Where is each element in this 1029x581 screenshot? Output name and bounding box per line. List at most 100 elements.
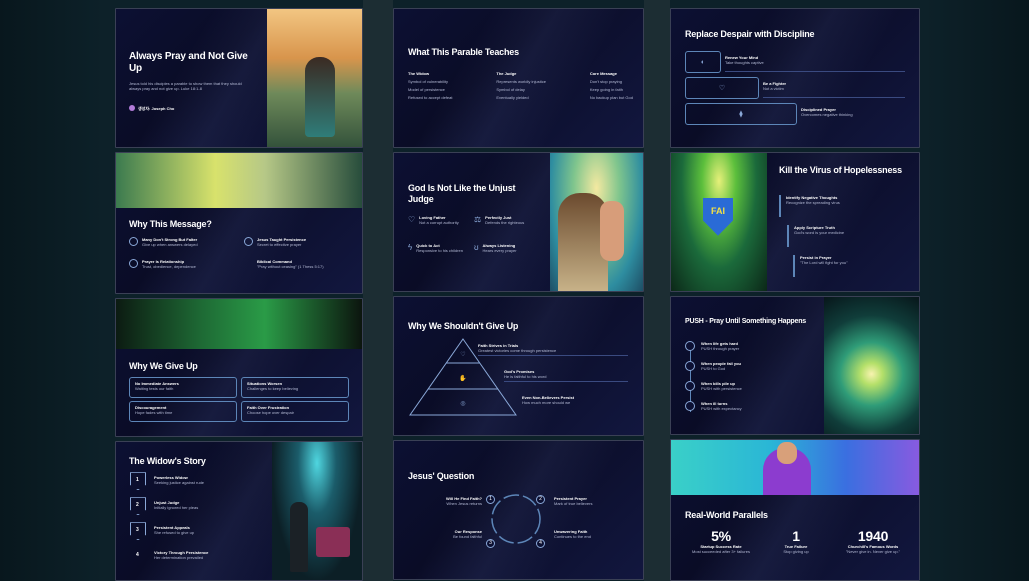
stat-sub: Stop giving up: [783, 549, 809, 555]
stat-block: 5% Startup Success Rate Most succeeded aft…: [681, 528, 761, 554]
slide-column-2: What This Parable Teaches The Widow Symbo…: [393, 8, 644, 581]
item-sub: PUSH to God: [701, 365, 726, 371]
item-sub: Secret to effective prayer: [257, 241, 302, 247]
reason-card: No Immediate Answers Waiting tests our fa…: [129, 376, 237, 398]
ear-icon: ʊ: [474, 243, 479, 252]
item-sub: Hears every prayer: [482, 248, 517, 253]
stat-block: 1940 Churchill's Famous Words "Never give …: [831, 528, 915, 554]
item-sub: Be found faithful: [453, 534, 482, 539]
slide-replace-despair[interactable]: Replace Despair with Discipline ◐ Renew …: [670, 8, 920, 148]
scales-icon: ⚖: [474, 215, 482, 224]
level-sub: Greatest victories come through persiste…: [478, 348, 557, 353]
slide-title[interactable]: Always Pray and Not Give Up Jesus told h…: [115, 8, 363, 148]
table-column: The Judge Represents worldly injustice Sym…: [496, 71, 546, 100]
timeline-dot: [685, 380, 695, 391]
smiling-woman-image: [116, 152, 362, 208]
level-sub: He is faithful to his word: [504, 374, 547, 379]
item-sub: Defends the righteous: [485, 220, 525, 225]
step-badge: 2: [536, 495, 545, 504]
item-sub: Continues to the end: [554, 534, 591, 539]
column-header: The Widow: [408, 71, 430, 76]
slide-widows-story[interactable]: The Widow's Story 1 Powerless Widow Seeki…: [115, 441, 363, 581]
item-sub: PUSH through prayer: [701, 345, 740, 351]
svg-text:✋: ✋: [459, 374, 466, 382]
svg-text:♡: ♡: [460, 351, 465, 358]
level-sub: How much more should we: [522, 400, 571, 405]
heart-icon: ♡: [408, 215, 416, 224]
step-sub: Recognize the spreading virus: [786, 199, 840, 205]
step-sub: Not a victim: [763, 86, 784, 91]
table-cell: Symbol of vulnerability: [408, 79, 449, 84]
item-sub: Mark of true believers: [554, 501, 593, 506]
reason-card: Discouragement Hope fades with time: [129, 400, 237, 422]
item-sub: "Pray without ceasing" (1 Thess 5:17): [257, 263, 324, 269]
step-badge: 3: [486, 539, 495, 548]
attribute-item: ϟ Quick to Act Responsive to his children: [408, 243, 470, 253]
widow-and-judge-image: [272, 442, 362, 581]
slide-heading: God Is Not Like the Unjust Judge: [408, 183, 516, 204]
table-cell: Represents worldly injustice: [496, 79, 546, 84]
slide-jesus-question[interactable]: Jesus' Question 1 2 3 4 Will He Find Fai…: [393, 440, 644, 580]
step-number: 1: [136, 477, 139, 484]
item-sub: Responsive to his children: [416, 248, 463, 253]
level-row: God's Promises He is faithful to his word: [504, 369, 628, 382]
table-cell: Eventually yielded: [496, 95, 529, 100]
step-badge: 4: [536, 539, 545, 548]
lightning-icon: ϟ: [408, 243, 413, 252]
slide-title-body: Jesus told his disciples a parable to sh…: [129, 81, 242, 91]
item-sub: When Jesus returns: [446, 501, 482, 506]
step-row: Renew Your Mind Take thoughts captive: [725, 55, 905, 72]
item-sub: PUSH with persistence: [701, 385, 742, 391]
avatar: [129, 105, 135, 111]
table-cell: Model of persistence: [408, 87, 445, 92]
item-head: When people fail you: [701, 360, 742, 366]
slide-title-heading: Always Pray and Not Give Up: [129, 51, 248, 74]
distressed-man-image: [116, 298, 362, 349]
table-column: Core Message Don't stop praying Keep going…: [590, 71, 633, 100]
slide-what-parable-teaches[interactable]: What This Parable Teaches The Widow Symbo…: [393, 8, 644, 148]
virus-step: Apply Scripture Truth God's word is your …: [787, 224, 845, 247]
step-sub: "The Lord will fight for you": [800, 259, 848, 265]
slide-why-not-give-up[interactable]: Why We Shouldn't Give Up ♡ ✋ ◎ Faith Str…: [393, 296, 644, 436]
virus-step: Identify Negative Thoughts Recognize the …: [779, 194, 840, 217]
step-box: ⧫: [685, 103, 797, 125]
slide-why-we-give-up[interactable]: Why We Give Up No Immediate Answers Waiti…: [115, 297, 363, 438]
slide-kill-virus[interactable]: FAI Kill the Virus of Hopelessness Ident…: [670, 151, 920, 292]
timeline-dot: [685, 400, 695, 411]
slide-heading: Why We Give Up: [129, 360, 198, 371]
step-sub: Seeking justice against rude: [154, 480, 205, 486]
card-sub: Challenges to keep believing: [247, 385, 299, 391]
slide-real-world[interactable]: Real-World Parallels 5% Startup Success R…: [670, 439, 920, 581]
step-sub: Initially ignored her pleas: [154, 505, 199, 511]
push-item: When life gets hard PUSH through prayer: [685, 340, 740, 351]
step-badge: 1: [486, 495, 495, 504]
question-item: Our Response Be found faithful: [422, 529, 482, 539]
stat-sub: Most succeeded after 3+ failures: [692, 549, 750, 555]
item: Jesus Taught Persistence Secret to effect…: [244, 236, 306, 247]
stat-value: 5%: [711, 528, 731, 545]
step-number: 3: [136, 527, 139, 534]
step-sub: Her determination prevailed: [154, 555, 204, 561]
circle-icon: [129, 258, 138, 268]
slide-why-this-message[interactable]: Why This Message? Many Don't Strong But …: [115, 151, 363, 294]
card-sub: Choose hope over despair: [247, 409, 294, 415]
step-sub: Take thoughts captive: [725, 60, 764, 65]
step-sub: God's word is your medicine: [794, 229, 845, 235]
slide-push[interactable]: PUSH - Pray Until Something Happens When…: [670, 295, 920, 436]
table-cell: Keep going in faith: [589, 87, 623, 92]
step-row: Disciplined Prayer Overcomes negative thi…: [801, 107, 905, 117]
slide-heading: Why We Shouldn't Give Up: [408, 321, 519, 331]
author-row: 생성자: Joseph Cho: [129, 105, 174, 111]
item-sub: Not a corrupt authority: [419, 220, 459, 225]
slide-god-not-unjust[interactable]: God Is Not Like the Unjust Judge ♡ Loving…: [393, 152, 644, 292]
virus-step: Persist in Prayer "The Lord will fight fo…: [793, 254, 848, 277]
item-sub: PUSH with expectancy: [701, 405, 742, 411]
step-box: ♡: [685, 77, 759, 99]
slide-heading: Jesus' Question: [408, 471, 475, 481]
cartoon-man-laptop-image: [671, 440, 919, 496]
step-sub: Overcomes negative thinking: [801, 112, 853, 117]
stat-sub: "Never give in. Never give up.": [845, 549, 901, 555]
step-row: Be a Fighter Not a victim: [763, 81, 905, 98]
brain-icon: ◐: [700, 58, 706, 66]
item: Biblical Command "Pray without ceasing" (…: [257, 259, 324, 269]
